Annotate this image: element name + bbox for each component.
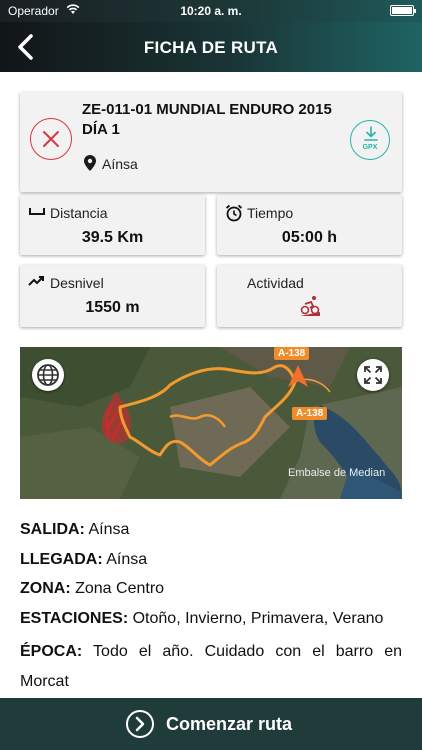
nav-bar: FICHA DE RUTA: [0, 22, 422, 72]
elevation-value: 1550 m: [85, 299, 140, 316]
start-route-label: Comenzar ruta: [166, 714, 293, 734]
download-icon: [364, 126, 378, 141]
info-epoca-label: ÉPOCA:: [20, 643, 83, 660]
route-info: SALIDA: Aínsa LLEGADA: Aínsa ZONA: Zona …: [20, 519, 402, 696]
location-pin-icon: [84, 155, 96, 171]
route-map[interactable]: A-138 A-138 Embalse de Median: [20, 347, 402, 499]
page-title: FICHA DE RUTA: [143, 38, 279, 57]
status-time: 10:20 a. m.: [180, 4, 242, 18]
route-card: ZE-011-01 MUNDIAL ENDURO 2015 DÍA 1 Aíns…: [20, 92, 402, 192]
gpx-download-button[interactable]: GPX: [350, 120, 390, 160]
info-zona-label: ZONA:: [20, 580, 71, 597]
elevation-card: Desnivel 1550 m: [20, 265, 205, 327]
distance-card: Distancia 39.5 Km: [20, 195, 205, 255]
close-button[interactable]: [30, 118, 72, 160]
map-fullscreen-button[interactable]: [357, 359, 389, 391]
chevron-right-circle-icon: [126, 710, 154, 738]
status-bar: Operador 10:20 a. m.: [0, 0, 422, 22]
info-estaciones: ESTACIONES: Otoño, Invierno, Primavera, …: [20, 608, 402, 638]
lake-label: Embalse de Median: [288, 467, 386, 479]
route-detail: ZE-011-01 MUNDIAL ENDURO 2015 DÍA 1 Aíns…: [0, 72, 422, 698]
distance-label: Distancia: [50, 205, 108, 221]
close-icon: [43, 131, 59, 147]
road-label: A-138: [274, 347, 310, 360]
gpx-label: GPX: [362, 144, 378, 151]
map-layer-button[interactable]: [32, 359, 64, 391]
info-llegada: LLEGADA: Aínsa: [20, 549, 402, 579]
trending-up-icon: [28, 276, 44, 286]
elevation-label: Desnivel: [50, 275, 104, 291]
info-llegada-label: LLEGADA:: [20, 550, 103, 568]
info-estaciones-value: Otoño, Invierno, Primavera, Verano: [132, 609, 384, 627]
info-epoca: ÉPOCA: Todo el año. Cuidado con el barro…: [20, 637, 402, 696]
start-route-button[interactable]: Comenzar ruta: [0, 698, 422, 750]
activity-card: Actividad: [217, 265, 402, 327]
info-zona-value: Zona Centro: [75, 580, 165, 597]
bottom-bar: Comenzar ruta: [0, 698, 422, 750]
time-label: Tiempo: [247, 205, 294, 221]
alarm-clock-icon: [225, 204, 243, 222]
distance-icon: [29, 208, 45, 215]
battery-icon: [390, 5, 416, 16]
distance-value: 39.5 Km: [81, 229, 144, 246]
info-salida-value: Aínsa: [88, 521, 130, 538]
time-value: 05:00 h: [281, 229, 338, 246]
route-title: ZE-011-01 MUNDIAL ENDURO 2015 DÍA 1: [82, 101, 332, 138]
globe-icon: [37, 364, 59, 386]
info-zona: ZONA: Zona Centro: [20, 578, 402, 608]
mountain-bike-icon: [300, 296, 320, 316]
info-estaciones-label: ESTACIONES:: [20, 609, 129, 627]
expand-icon: [364, 366, 382, 384]
info-salida: SALIDA: Aínsa: [20, 519, 402, 549]
road-label: A-138: [292, 407, 328, 420]
time-card: Tiempo 05:00 h: [217, 195, 402, 255]
info-llegada-value: Aínsa: [106, 550, 148, 568]
route-place-label: Aínsa: [102, 156, 138, 172]
activity-label: Actividad: [247, 275, 304, 291]
info-salida-label: SALIDA:: [20, 521, 85, 538]
